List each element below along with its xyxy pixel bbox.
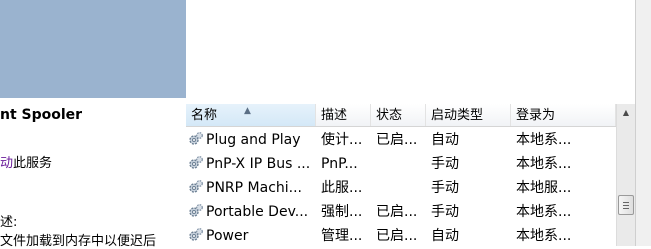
service-status: 已启... xyxy=(376,132,418,148)
description-label: 述: xyxy=(0,215,18,230)
service-name: Portable Dev... xyxy=(206,204,309,220)
service-status: 已启... xyxy=(376,228,418,244)
service-name-cell: Portable Dev... xyxy=(188,200,316,224)
column-header-name[interactable]: ▲ 名称 xyxy=(186,104,316,126)
column-header-name-label: 名称 xyxy=(191,108,218,123)
service-name: Power xyxy=(206,228,249,244)
gear-icon xyxy=(189,228,203,241)
column-header-status-label: 状态 xyxy=(376,108,403,123)
description-text: 文件加载到内存中以便迟后 xyxy=(0,234,157,249)
column-header-startup-type[interactable]: 启动类型 xyxy=(426,104,511,126)
service-log-on-as: 本地系... xyxy=(516,228,572,244)
scrollbar-thumb[interactable] xyxy=(618,195,634,215)
service-description-pane: nt Spooler 动此服务 述: 文件加载到内存中以便迟后 xyxy=(0,0,186,249)
service-status: 已启... xyxy=(376,204,418,220)
service-status xyxy=(376,152,426,176)
column-header-log-on-as[interactable]: 登录为 xyxy=(511,104,616,126)
gear-icon xyxy=(189,132,203,145)
service-description: PnP... xyxy=(321,156,358,172)
table-row[interactable]: Power 管理... 已启... 自动 本地系... xyxy=(186,224,616,248)
table-row[interactable]: Portable Dev... 强制... 已启... 手动 本地系... xyxy=(186,200,616,224)
column-header-startup-type-label: 启动类型 xyxy=(431,108,484,123)
services-list: ▲ 名称 描述 状态 启动类型 登录为 Plug and Play 使计... … xyxy=(186,104,616,246)
column-header-description[interactable]: 描述 xyxy=(316,104,371,126)
start-service-link-rest[interactable]: 此服务 xyxy=(13,156,52,171)
column-header-status[interactable]: 状态 xyxy=(371,104,426,126)
thumb-grip-line xyxy=(623,205,629,206)
scroll-up-arrow-icon[interactable]: ▲ xyxy=(617,104,635,121)
service-name: PNRP Machi... xyxy=(206,180,303,196)
service-startup-type: 手动 xyxy=(431,204,459,220)
service-name-cell: Plug and Play xyxy=(188,128,316,152)
thumb-grip-line xyxy=(623,202,629,203)
service-description: 使计... xyxy=(321,132,363,148)
service-startup-type: 手动 xyxy=(431,180,459,196)
service-description: 此服... xyxy=(321,180,363,196)
service-name: PnP-X IP Bus ... xyxy=(206,156,311,172)
thumb-grip-line xyxy=(623,208,629,209)
service-log-on-as: 本地系... xyxy=(516,204,572,220)
table-row[interactable]: PNRP Machi... 此服... 手动 本地服... xyxy=(186,176,616,200)
vertical-scrollbar[interactable]: ▲ xyxy=(616,104,635,246)
service-startup-type: 自动 xyxy=(431,228,459,244)
table-row[interactable]: Plug and Play 使计... 已启... 自动 本地系... xyxy=(186,128,616,152)
service-name-cell: Power xyxy=(188,224,316,248)
service-log-on-as: 本地系... xyxy=(516,132,572,148)
service-action-line: 动此服务 xyxy=(0,152,52,171)
service-startup-type: 自动 xyxy=(431,132,459,148)
service-name: Plug and Play xyxy=(206,132,301,148)
window-right-edge xyxy=(635,0,651,246)
service-description: 管理... xyxy=(321,228,363,244)
column-header-description-label: 描述 xyxy=(321,108,348,123)
service-name-cell: PNRP Machi... xyxy=(188,176,316,200)
gear-icon xyxy=(189,180,203,193)
service-status xyxy=(376,176,426,200)
service-title: nt Spooler xyxy=(0,107,83,123)
service-log-on-as: 本地系... xyxy=(516,156,572,172)
pane-header-banner xyxy=(0,0,186,98)
service-description: 强制... xyxy=(321,204,363,220)
service-log-on-as: 本地服... xyxy=(516,180,572,196)
start-service-link[interactable]: 动 xyxy=(0,156,13,171)
table-row[interactable]: PnP-X IP Bus ... PnP... 手动 本地系... xyxy=(186,152,616,176)
list-header: ▲ 名称 描述 状态 启动类型 登录为 xyxy=(186,104,616,127)
sort-up-arrow-icon: ▲ xyxy=(244,106,251,116)
column-header-log-on-as-label: 登录为 xyxy=(516,108,556,123)
gear-icon xyxy=(189,156,203,169)
gear-icon xyxy=(189,204,203,217)
service-name-cell: PnP-X IP Bus ... xyxy=(188,152,316,176)
service-startup-type: 手动 xyxy=(431,156,459,172)
